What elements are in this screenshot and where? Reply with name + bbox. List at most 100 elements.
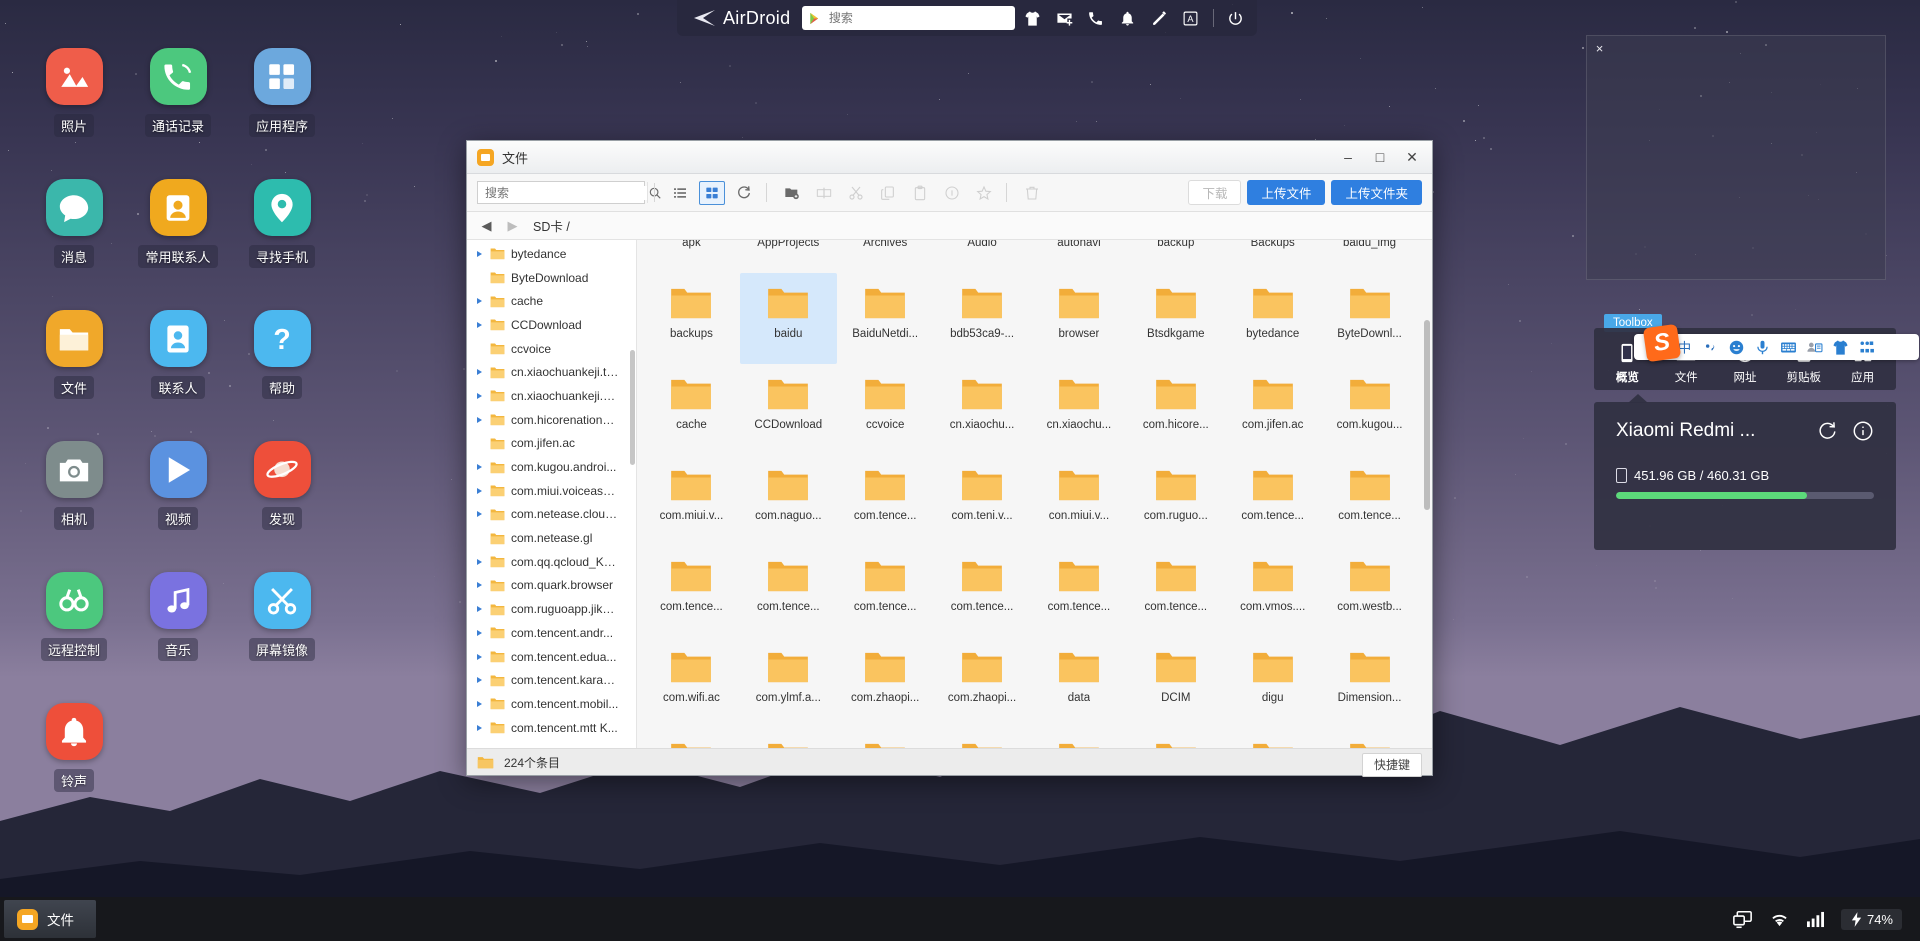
file-grid-item[interactable]: Audio xyxy=(934,240,1031,273)
tshirt-icon[interactable] xyxy=(1019,3,1047,33)
info-icon[interactable] xyxy=(1852,420,1874,442)
list-view-icon[interactable] xyxy=(667,181,693,205)
tree-item[interactable]: com.netease.cloud... xyxy=(467,503,636,527)
file-grid-item[interactable]: com.jifen.ac xyxy=(1224,364,1321,455)
file-grid-item[interactable]: dnschache xyxy=(837,728,934,748)
file-grid-item[interactable]: com.tence... xyxy=(1031,546,1128,637)
desktop-item-6[interactable]: 文件 xyxy=(22,310,126,441)
file-grid-item[interactable]: DCIM xyxy=(1127,637,1224,728)
desktop-item-10[interactable]: 视频 xyxy=(126,441,230,572)
refresh-icon[interactable] xyxy=(731,181,757,205)
chevron-right-icon[interactable] xyxy=(477,251,490,257)
tree-item[interactable]: com.hicorenationa... xyxy=(467,408,636,432)
chevron-right-icon[interactable] xyxy=(477,322,490,328)
file-grid-item[interactable]: Backups xyxy=(1224,240,1321,273)
chevron-right-icon[interactable] xyxy=(477,393,490,399)
file-grid-item[interactable]: baidu_img xyxy=(1321,240,1418,273)
file-grid-item[interactable]: AppProjects xyxy=(740,240,837,273)
file-grid-item[interactable]: com.tence... xyxy=(1127,546,1224,637)
tree-item[interactable]: ccvoice xyxy=(467,337,636,361)
file-grid-item[interactable]: com.hicore... xyxy=(1127,364,1224,455)
file-grid-item[interactable]: Diyidan xyxy=(643,728,740,748)
chevron-right-icon[interactable] xyxy=(477,701,490,707)
refresh-icon[interactable] xyxy=(1816,420,1838,442)
file-grid-item[interactable]: cn.xiaochu... xyxy=(1031,364,1128,455)
chevron-right-icon[interactable] xyxy=(477,677,490,683)
file-grid-item[interactable]: com.tence... xyxy=(934,546,1031,637)
minimize-button[interactable]: – xyxy=(1332,142,1364,173)
user-card-icon[interactable] xyxy=(1802,336,1827,358)
file-grid-item[interactable]: browser xyxy=(1031,273,1128,364)
file-grid-item[interactable]: com.kugou... xyxy=(1321,364,1418,455)
file-grid-item[interactable]: com.teni.v... xyxy=(934,455,1031,546)
mail-add-icon[interactable] xyxy=(1051,3,1079,33)
file-grid-item[interactable]: com.tence... xyxy=(837,546,934,637)
file-grid-item[interactable]: apk xyxy=(643,240,740,273)
tree-item[interactable]: com.tencent.edua... xyxy=(467,645,636,669)
delete-icon[interactable] xyxy=(1019,181,1045,205)
display-icon[interactable] xyxy=(1732,910,1753,929)
desktop-item-15[interactable]: 铃声 xyxy=(22,703,126,834)
signal-icon[interactable] xyxy=(1806,911,1825,928)
chevron-right-icon[interactable] xyxy=(477,298,490,304)
emoji-icon[interactable] xyxy=(1724,336,1749,358)
download-button[interactable]: 下载 xyxy=(1188,180,1241,205)
file-grid-item[interactable]: com.tence... xyxy=(1224,455,1321,546)
chevron-right-icon[interactable] xyxy=(477,559,490,565)
file-grid-item[interactable]: Everphoto xyxy=(1321,728,1418,748)
tshirt-icon[interactable] xyxy=(1828,336,1853,358)
tree-item[interactable]: com.tencent.mobil... xyxy=(467,692,636,716)
chevron-right-icon[interactable] xyxy=(477,630,490,636)
cut-icon[interactable] xyxy=(843,181,869,205)
letter-a-icon[interactable]: A xyxy=(1177,3,1205,33)
chevron-right-icon[interactable] xyxy=(477,606,490,612)
folder-tree-sidebar[interactable]: bytedanceByteDownloadcacheCCDownloadccvo… xyxy=(467,240,637,748)
file-grid-item[interactable]: com.vmos.... xyxy=(1224,546,1321,637)
copy-icon[interactable] xyxy=(875,181,901,205)
punctuation-icon[interactable] xyxy=(1698,336,1723,358)
file-grid-area[interactable]: apkAppProjectsArchivesAudioautonavibacku… xyxy=(637,240,1432,748)
new-folder-icon[interactable] xyxy=(779,181,805,205)
file-grid-item[interactable]: backups xyxy=(643,273,740,364)
close-icon[interactable]: × xyxy=(1592,41,1607,56)
tree-item[interactable]: com.jifen.ac xyxy=(467,432,636,456)
file-grid-item[interactable]: com.tence... xyxy=(643,546,740,637)
desktop-item-5[interactable]: 寻找手机 xyxy=(230,179,334,310)
apps-grid-icon[interactable] xyxy=(1854,336,1879,358)
grid-scrollbar[interactable] xyxy=(1424,320,1430,510)
file-grid-item[interactable]: com.zhaopi... xyxy=(934,637,1031,728)
upload-file-button[interactable]: 上传文件 xyxy=(1247,180,1325,205)
desktop-item-14[interactable]: 屏幕镜像 xyxy=(230,572,334,703)
file-grid-item[interactable]: Documents xyxy=(934,728,1031,748)
upload-folder-button[interactable]: 上传文件夹 xyxy=(1331,180,1422,205)
file-grid-item[interactable]: cn.xiaochu... xyxy=(934,364,1031,455)
tree-item[interactable]: com.qq.qcloud_Kc... xyxy=(467,550,636,574)
file-grid-item[interactable]: DJI xyxy=(740,728,837,748)
file-grid-item[interactable]: BaiduNetdi... xyxy=(837,273,934,364)
arrow-right-icon[interactable]: ▶ xyxy=(503,216,522,235)
star-icon[interactable] xyxy=(971,181,997,205)
file-grid-item[interactable]: con.miui.v... xyxy=(1031,455,1128,546)
paste-icon[interactable] xyxy=(907,181,933,205)
chevron-right-icon[interactable] xyxy=(477,417,490,423)
desktop-item-8[interactable]: ?帮助 xyxy=(230,310,334,441)
rename-icon[interactable] xyxy=(811,181,837,205)
power-icon[interactable] xyxy=(1221,3,1249,33)
file-grid-item[interactable]: ccvoice xyxy=(837,364,934,455)
tree-item[interactable]: cache xyxy=(467,289,636,313)
phone-icon[interactable] xyxy=(1082,3,1110,33)
desktop-item-3[interactable]: 消息 xyxy=(22,179,126,310)
file-search-container[interactable] xyxy=(477,181,645,204)
file-grid-item[interactable]: com.tence... xyxy=(837,455,934,546)
file-grid-item[interactable]: Dimension... xyxy=(1321,637,1418,728)
file-grid-item[interactable]: ByteDownl... xyxy=(1321,273,1418,364)
file-grid-item[interactable]: com.ruguo... xyxy=(1127,455,1224,546)
grid-view-icon[interactable] xyxy=(699,181,725,205)
arrow-left-icon[interactable]: ◀ xyxy=(477,216,496,235)
chevron-right-icon[interactable] xyxy=(477,725,490,731)
pencil-icon[interactable] xyxy=(1145,3,1173,33)
tree-item[interactable]: com.ruguoapp.jike... xyxy=(467,597,636,621)
file-grid-item[interactable]: duilite xyxy=(1127,728,1224,748)
bell-icon[interactable] xyxy=(1114,3,1142,33)
tree-item[interactable]: com.kugou.androi... xyxy=(467,455,636,479)
